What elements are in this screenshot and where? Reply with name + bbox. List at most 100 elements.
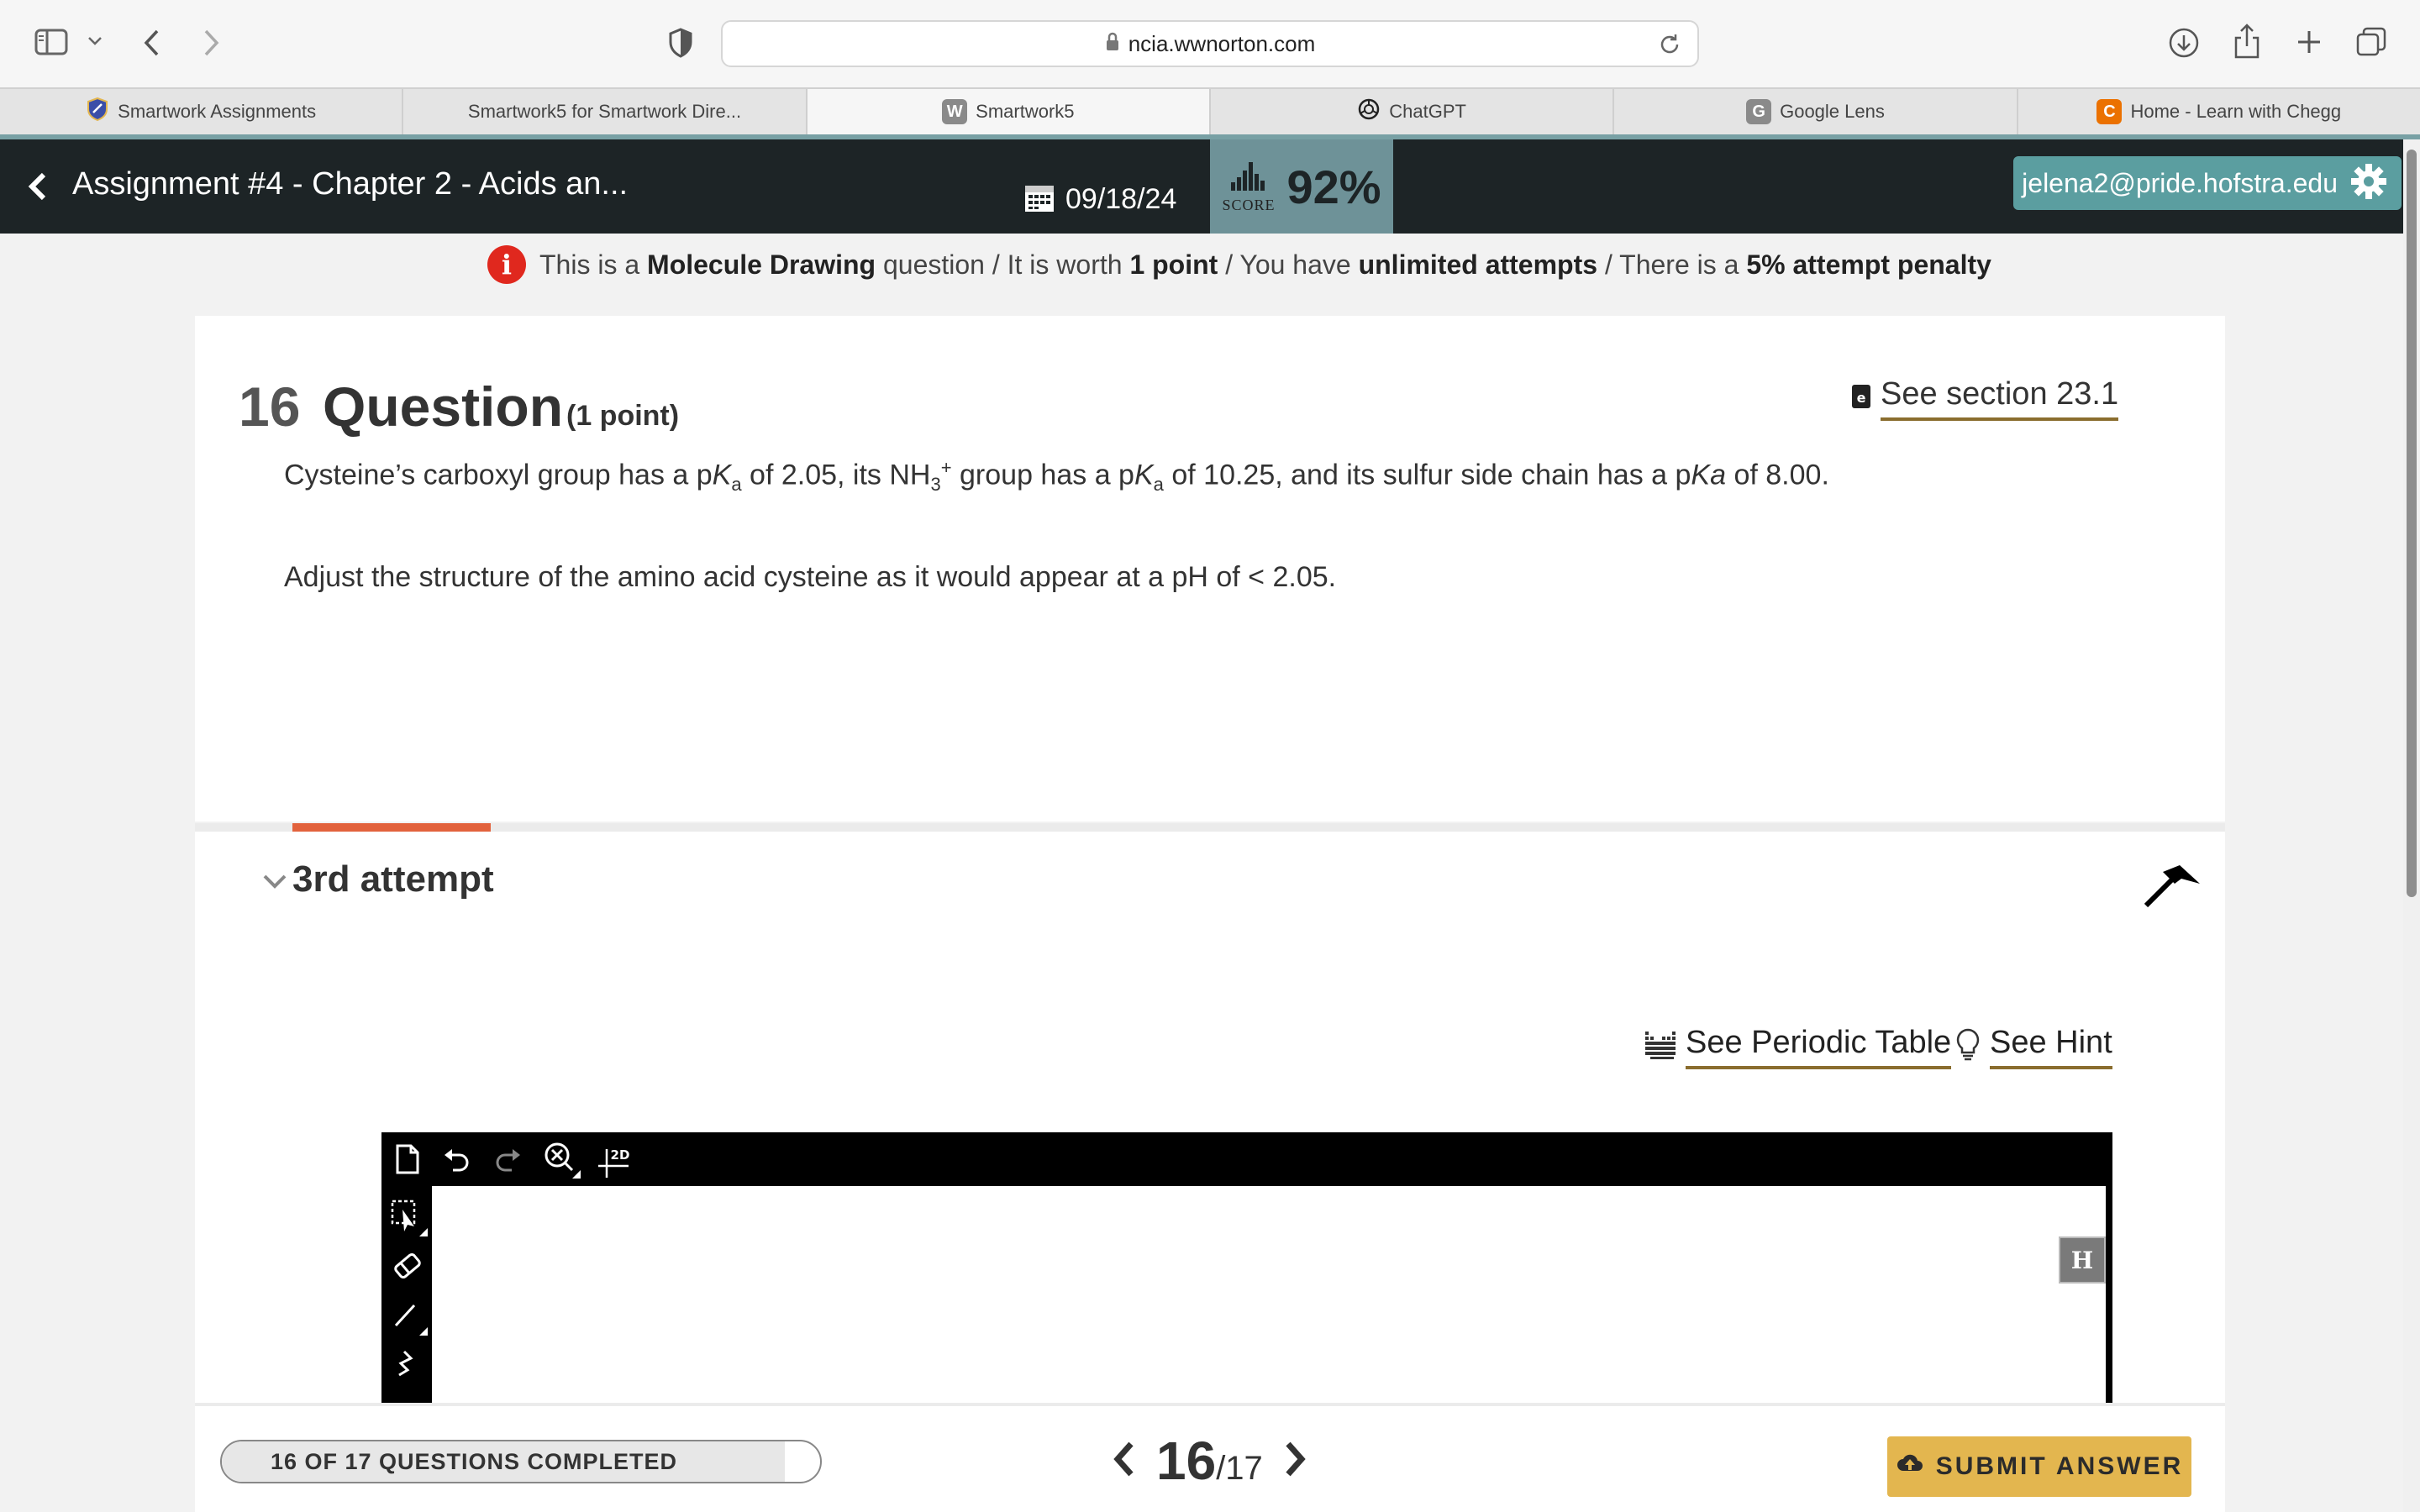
score-box[interactable]: SCORE 92% [1210,139,1393,234]
new-document-icon[interactable] [392,1141,424,1178]
attempt-penalty: 5% attempt penalty [1746,249,1991,280]
single-bond-tool-icon[interactable] [388,1295,429,1337]
see-section-label: See section 23.1 [1881,376,2119,421]
prompt-text: group has a p [951,459,1134,491]
question-card: 16 Question (1 point) e See section 23.1… [195,316,2225,822]
clean-2d-icon[interactable]: 2D [593,1139,635,1181]
info-icon: i [487,245,526,284]
info-text-part: This is a [539,249,648,280]
tab-google-lens[interactable]: G Google Lens [1614,89,2018,134]
molecule-editor: 2D H C N [381,1132,2112,1403]
periodic-table-icon [1644,1030,1677,1064]
tab-label: Smartwork5 for Smartwork Dire... [467,101,742,122]
total-questions: /17 [1216,1450,1263,1487]
gear-icon[interactable] [2349,162,2388,205]
previous-question-icon[interactable] [1111,1440,1136,1483]
tab-smartwork5[interactable]: W Smartwork5 [807,89,1211,134]
w-logo-icon: W [942,99,968,124]
reload-icon[interactable] [1657,32,1682,61]
new-tab-icon[interactable] [2291,24,2328,60]
periodic-table-picker-icon[interactable] [2059,1193,2106,1235]
chevron-down-icon[interactable] [262,872,287,897]
browser-tab-bar: Smartwork Assignments Smartwork5 for Sma… [0,87,2420,134]
next-question-icon[interactable] [1283,1440,1308,1483]
score-label-group: SCORE [1222,159,1275,214]
assignment-title[interactable]: Assignment #4 - Chapter 2 - Acids an... [72,166,628,202]
tab-label: Smartwork Assignments [118,101,317,122]
share-icon[interactable] [2228,20,2265,62]
tab-smartwork-assignments[interactable]: Smartwork Assignments [0,89,404,134]
scrollbar-thumb[interactable] [2407,150,2417,897]
attempt-divider-accent [292,823,491,832]
see-section-link[interactable]: e See section 23.1 [1850,376,2119,421]
due-date: 09/18/24 [1023,181,1176,218]
prompt-text: a [1153,474,1164,496]
back-to-assignment-icon[interactable] [25,170,50,203]
chatgpt-logo-icon [1357,97,1381,126]
due-date-text: 09/18/24 [1065,183,1177,215]
svg-text:e: e [1857,390,1866,406]
tab-chatgpt[interactable]: ChatGPT [1211,89,1615,134]
zoom-clear-icon[interactable] [541,1139,581,1181]
submit-answer-button[interactable]: SUBMIT ANSWER [1887,1436,2191,1497]
prompt-text: Ka [1691,459,1727,491]
sidebar-toggle-icon[interactable] [32,25,71,59]
lightbulb-icon [1954,1027,1981,1067]
question-points: (1 point) [566,400,680,432]
selection-tool-icon[interactable] [388,1196,429,1238]
download-icon[interactable] [2165,24,2203,62]
tab-smartwork5-for-smartwork-direct[interactable]: Smartwork5 for Smartwork Dire... [403,89,808,134]
lock-icon [1105,32,1120,56]
periodic-table-label: See Periodic Table [1686,1025,1952,1069]
tab-overview-icon[interactable] [2353,24,2390,60]
question-type: Molecule Drawing [647,249,876,280]
prompt-text: 3 [930,474,941,496]
score-value: 92% [1286,160,1381,213]
see-periodic-table-link[interactable]: See Periodic Table [1644,1025,1952,1069]
hint-label: See Hint [1990,1025,2112,1069]
prompt-text: of 2.05, its NH [741,459,931,491]
score-label: SCORE [1222,197,1276,213]
progress-label: 16 OF 17 QUESTIONS COMPLETED [270,1448,678,1474]
submit-label: SUBMIT ANSWER [1935,1452,2184,1480]
user-menu[interactable]: jelena2@pride.hofstra.edu [2013,156,2402,210]
attempt-title[interactable]: 3rd attempt [292,858,494,900]
page-scrollbar[interactable] [2403,139,2420,1512]
chevron-down-icon[interactable] [84,30,106,52]
element-c-button[interactable]: C [2059,1287,2106,1334]
tab-label: Google Lens [1780,101,1885,122]
question-prompt: Cysteine’s carboxyl group has a pKa of 2… [284,457,1829,496]
privacy-shield-icon[interactable] [664,24,697,62]
browser-toolbar: ncia.wwnorton.com [0,0,2420,87]
drawing-canvas[interactable] [432,1186,2106,1403]
eraser-icon[interactable] [388,1247,427,1285]
undo-icon[interactable] [440,1142,474,1176]
element-n-button[interactable]: N [2059,1337,2106,1384]
chain-tool-icon[interactable] [388,1344,427,1383]
tab-label: Home - Learn with Chegg [2130,101,2342,122]
prompt-text: of 10.25, and its sulfur side chain has … [1163,459,1691,491]
redo-icon[interactable] [491,1142,524,1176]
question-instruction: Adjust the structure of the amino acid c… [284,561,1337,593]
expand-arrow-icon[interactable] [2141,860,2205,911]
forward-icon[interactable] [195,24,229,62]
attempt-panel: 3rd attempt See Periodic Table See Hint … [195,832,2225,1403]
bar-chart-icon [1229,159,1268,197]
prompt-text: + [940,457,952,478]
prompt-text: Cysteine’s carboxyl group has a p [284,459,713,491]
assignment-footer: 16 OF 17 QUESTIONS COMPLETED 16/17 SUBMI… [195,1403,2225,1512]
prompt-text: K [1134,459,1154,491]
see-hint-link[interactable]: See Hint [1954,1025,2112,1069]
back-icon[interactable] [134,24,168,62]
info-text-part: / You have [1218,249,1359,280]
calendar-icon [1023,181,1055,218]
g-logo-icon: G [1746,99,1772,124]
prompt-text: K [712,459,732,491]
cloud-upload-icon [1896,1452,1924,1481]
tab-chegg[interactable]: C Home - Learn with Chegg [2018,89,2420,134]
element-h-button[interactable]: H [2059,1236,2106,1284]
tool-2d-label: 2D [611,1147,630,1163]
current-question: 16 [1156,1431,1217,1491]
address-bar[interactable]: ncia.wwnorton.com [721,20,1699,67]
question-info-line: i This is a Molecule Drawing question / … [487,244,1991,286]
